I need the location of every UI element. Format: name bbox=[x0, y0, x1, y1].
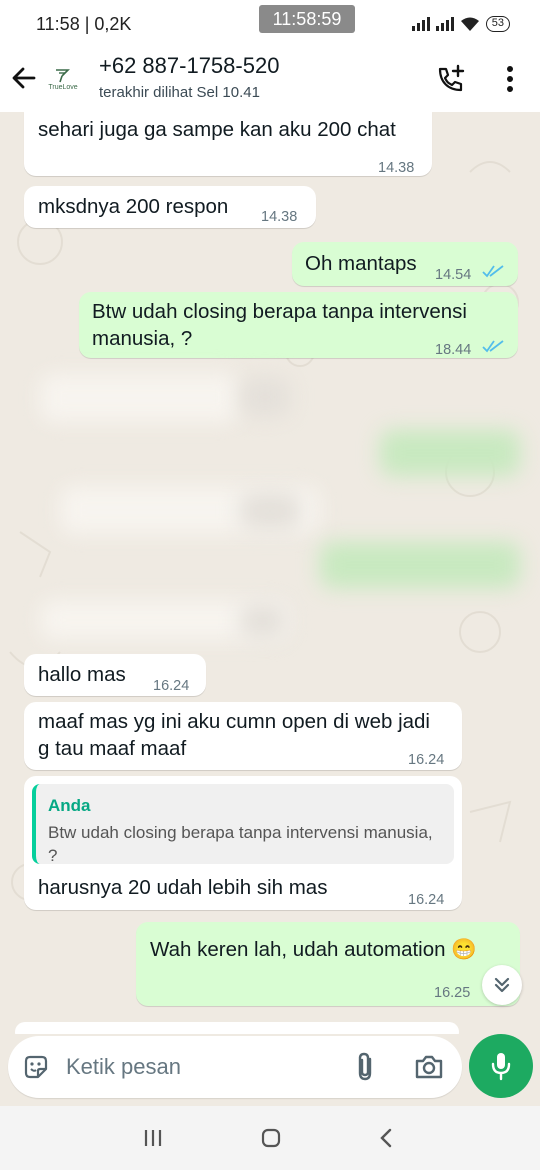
message-text: harusnya 20 udah lebih sih mas bbox=[38, 876, 328, 899]
message-text: maaf mas yg ini aku cumn open di web jad… bbox=[38, 710, 430, 760]
avatar[interactable]: TrueLove bbox=[42, 58, 84, 100]
contact-name[interactable]: +62 887-1758-520 bbox=[99, 53, 279, 79]
message-time: 14.38 bbox=[261, 209, 298, 225]
status-bar: 11:58 | 0,2K 11:58:59 53 bbox=[0, 0, 540, 48]
message-bubble-outgoing[interactable]: Btw udah closing berapa tanpa intervensi… bbox=[79, 292, 518, 358]
read-receipt-icon bbox=[482, 265, 504, 278]
chat-area[interactable]: sehari juga ga sampe kan aku 200 chat 14… bbox=[0, 112, 540, 1034]
read-receipt-icon bbox=[482, 340, 504, 353]
system-navigation-bar bbox=[0, 1106, 540, 1170]
battery-icon: 53 bbox=[485, 16, 510, 32]
blurred-message bbox=[320, 542, 520, 588]
message-text: mksdnya 200 respon bbox=[38, 195, 229, 218]
quoted-message[interactable]: Anda Btw udah closing berapa tanpa inter… bbox=[32, 784, 454, 865]
blurred-message bbox=[240, 377, 290, 417]
home-icon[interactable] bbox=[256, 1126, 286, 1150]
message-text: sehari juga ga sampe kan aku 200 chat bbox=[38, 118, 396, 141]
message-bubble-incoming[interactable]: hallo mas 16.24 bbox=[24, 654, 206, 696]
scroll-to-bottom-button[interactable] bbox=[482, 965, 522, 1005]
message-bubble-outgoing[interactable]: Wah keren lah, udah automation 😁 16.25 bbox=[136, 922, 520, 1006]
add-call-icon[interactable] bbox=[436, 64, 466, 94]
camera-icon[interactable] bbox=[414, 1053, 444, 1081]
recent-apps-icon[interactable] bbox=[138, 1126, 168, 1150]
voice-message-button[interactable] bbox=[469, 1034, 533, 1098]
message-time: 16.24 bbox=[408, 892, 445, 908]
quote-text: Btw udah closing berapa tanpa intervensi… bbox=[48, 823, 433, 865]
message-time: 14.54 bbox=[435, 267, 472, 283]
chat-header: TrueLove +62 887-1758-520 terakhir dilih… bbox=[0, 48, 540, 112]
message-time: 14.38 bbox=[378, 160, 415, 176]
sticker-emoji-icon[interactable] bbox=[22, 1053, 50, 1081]
back-arrow-icon[interactable] bbox=[10, 62, 38, 94]
paperclip-icon[interactable] bbox=[354, 1051, 378, 1083]
status-clock: 11:58:59 bbox=[259, 5, 355, 33]
message-bubble-incoming[interactable]: maaf mas yg ini aku cumn open di web jad… bbox=[24, 702, 462, 770]
status-left-text: 11:58 | 0,2K bbox=[36, 13, 132, 34]
signal-icon bbox=[411, 17, 430, 31]
avatar-logo-text: TrueLove bbox=[48, 84, 78, 91]
blurred-message bbox=[380, 430, 520, 476]
double-chevron-down-icon bbox=[494, 977, 510, 993]
back-nav-icon[interactable] bbox=[372, 1126, 402, 1150]
message-bubble-outgoing[interactable]: Oh mantaps 14.54 bbox=[292, 242, 518, 286]
message-time: 16.25 bbox=[434, 985, 471, 1001]
message-input[interactable] bbox=[66, 1048, 336, 1086]
message-text: hallo mas bbox=[38, 663, 126, 686]
message-bubble-incoming-reply[interactable]: Anda Btw udah closing berapa tanpa inter… bbox=[24, 776, 462, 910]
message-time: 16.24 bbox=[153, 678, 190, 694]
message-time: 16.24 bbox=[408, 752, 445, 768]
partial-message-bubble bbox=[15, 1022, 459, 1034]
signal-icon-2 bbox=[435, 17, 454, 31]
quote-author: Anda bbox=[48, 796, 91, 815]
wifi-icon bbox=[460, 17, 479, 31]
message-bubble-incoming[interactable]: sehari juga ga sampe kan aku 200 chat 14… bbox=[24, 112, 432, 176]
message-bubble-incoming[interactable]: mksdnya 200 respon 14.38 bbox=[24, 186, 316, 228]
message-text: Oh mantaps bbox=[305, 252, 417, 275]
truelove-logo-icon bbox=[56, 69, 70, 83]
message-time: 18.44 bbox=[435, 342, 472, 358]
blurred-message bbox=[40, 374, 240, 422]
message-text: Wah keren lah, udah automation 😁 bbox=[150, 938, 477, 961]
more-options-icon[interactable] bbox=[498, 64, 522, 94]
status-icons: 53 bbox=[411, 16, 510, 32]
blurred-message bbox=[240, 492, 300, 530]
blurred-message bbox=[240, 604, 285, 638]
message-composer[interactable] bbox=[8, 1036, 462, 1098]
contact-last-seen: terakhir dilihat Sel 10.41 bbox=[99, 84, 260, 101]
microphone-icon bbox=[491, 1053, 511, 1081]
